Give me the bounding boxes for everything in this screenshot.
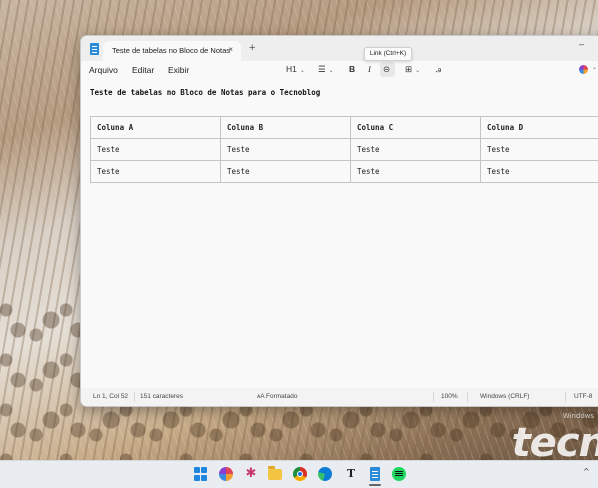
slack-icon[interactable]: ✱ (244, 467, 258, 481)
title-bar: Teste de tabelas no Bloco de Notas × + L… (81, 36, 598, 61)
new-tab-button[interactable]: + (249, 42, 255, 54)
status-divider (433, 392, 434, 402)
table-row: Teste Teste Teste Teste (91, 139, 598, 161)
system-tray-chevron-icon[interactable]: ^ (583, 467, 590, 476)
zoom-level[interactable]: 100% (441, 393, 458, 400)
line-endings[interactable]: Windows (CRLF) (480, 393, 529, 400)
active-app-indicator (369, 484, 381, 486)
table-cell[interactable]: Teste (481, 139, 598, 161)
format-label: Formatado (266, 393, 297, 400)
chevron-down-icon: ⌄ (329, 68, 334, 74)
menu-editar[interactable]: Editar (132, 65, 154, 75)
format-toggle[interactable]: ᴀA Formatado (257, 393, 297, 400)
table-cell[interactable]: Teste (481, 161, 598, 183)
file-explorer-icon[interactable] (268, 469, 282, 480)
italic-button[interactable]: I (368, 64, 371, 74)
typora-icon[interactable]: T (344, 467, 358, 481)
table-cell[interactable]: Teste (351, 161, 481, 183)
document-tab[interactable]: Teste de tabelas no Bloco de Notas × (103, 41, 241, 61)
tab-close-icon[interactable]: × (228, 45, 233, 54)
table-header-cell[interactable]: Coluna C (351, 117, 481, 139)
table-cell[interactable]: Teste (91, 161, 221, 183)
format-icon: ᴀA (257, 393, 264, 400)
status-divider (467, 392, 468, 402)
document-area[interactable]: Teste de tabelas no Bloco de Notas para … (81, 80, 598, 388)
cursor-position: Ln 1, Col 52 (93, 393, 128, 400)
character-count: 151 caracteres (140, 393, 183, 400)
encoding[interactable]: UTF-8 (574, 393, 592, 400)
notepad-app-icon (90, 43, 99, 55)
table-icon: ⊞ (405, 64, 412, 74)
table-row: Teste Teste Teste Teste (91, 161, 598, 183)
notepad-window: Teste de tabelas no Bloco de Notas × + L… (80, 35, 598, 407)
start-icon[interactable] (194, 467, 208, 481)
table-header-row: Coluna A Coluna B Coluna C Coluna D (91, 117, 598, 139)
table-button[interactable]: ⊞⌄ (405, 64, 420, 75)
chevron-down-icon: ⌄ (300, 68, 305, 74)
status-bar: Ln 1, Col 52 151 caracteres ᴀA Formatado… (81, 388, 598, 406)
edge-icon[interactable] (318, 467, 332, 481)
taskbar: ✱ T ^ (0, 460, 598, 488)
copilot-taskbar-icon[interactable] (219, 467, 233, 481)
list-button[interactable]: ☰⌄ (318, 64, 334, 75)
status-divider (134, 392, 135, 402)
copilot-icon[interactable] (579, 65, 588, 74)
watermark-small-text: Windows (563, 412, 594, 420)
heading-label: H1 (286, 64, 297, 74)
menu-exibir[interactable]: Exibir (168, 65, 189, 75)
table-header-cell[interactable]: Coluna D (481, 117, 598, 139)
chevron-down-icon: ⌄ (415, 68, 420, 74)
table-cell[interactable]: Teste (221, 161, 351, 183)
table-header-cell[interactable]: Coluna B (221, 117, 351, 139)
link-tooltip: Link (Ctrl+K) (364, 47, 412, 61)
menu-bar: Arquivo Editar Exibir H1⌄ ☰⌄ B I ⊝ ⊞⌄ ꭿ … (81, 61, 598, 80)
tab-title: Teste de tabelas no Bloco de Notas (112, 46, 230, 55)
spotify-icon[interactable] (392, 467, 406, 481)
chrome-icon[interactable] (293, 467, 307, 481)
list-icon: ☰ (318, 64, 326, 74)
document-heading: Teste de tabelas no Bloco de Notas para … (90, 88, 320, 97)
minimize-button[interactable]: – (579, 39, 584, 49)
chevron-down-icon[interactable]: ⌄ (592, 64, 597, 71)
heading-button[interactable]: H1⌄ (286, 64, 305, 74)
notepad-taskbar-icon[interactable] (370, 467, 380, 481)
table-cell[interactable]: Teste (221, 139, 351, 161)
bold-button[interactable]: B (349, 64, 355, 74)
markdown-table: Coluna A Coluna B Coluna C Coluna D Test… (90, 116, 598, 183)
spellcheck-icon[interactable]: ꭿ (436, 64, 441, 75)
status-divider (565, 392, 566, 402)
link-icon[interactable]: ⊝ (383, 64, 390, 75)
table-cell[interactable]: Teste (351, 139, 481, 161)
table-cell[interactable]: Teste (91, 139, 221, 161)
table-header-cell[interactable]: Coluna A (91, 117, 221, 139)
menu-arquivo[interactable]: Arquivo (89, 65, 118, 75)
